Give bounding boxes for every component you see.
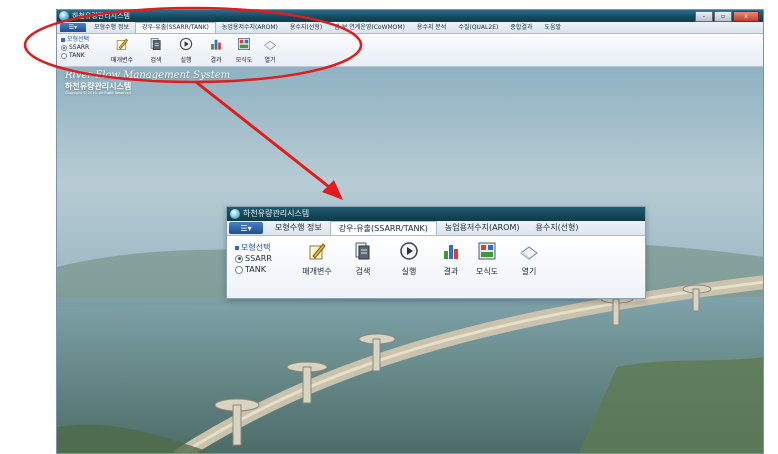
run-button[interactable]: 실행: [173, 37, 199, 64]
system-brand: River Flow Management System 하천유량관리시스템 C…: [65, 71, 230, 96]
close-button[interactable]: x: [733, 11, 759, 22]
zoom-radio-ssarr[interactable]: SSARR: [235, 253, 272, 264]
result-button[interactable]: 결과: [203, 37, 229, 64]
zoom-parameters-button[interactable]: 매개변수: [297, 241, 337, 277]
app-logo-icon: [59, 11, 69, 21]
maximize-button[interactable]: ▫: [714, 11, 732, 22]
zoom-tab-bar: ☰▾ 모형수행 정보 강우-유출(SSARR/TANK) 농업용저수지(AROM…: [227, 221, 645, 236]
brand-title-ko: 하천유량관리시스템: [65, 82, 132, 91]
radio-unselected-icon: [61, 52, 67, 59]
zoom-diagram-button[interactable]: 모식도: [467, 241, 507, 277]
title-bar: 하천유량관리시스템 - ▫ x: [57, 10, 763, 22]
window-controls: - ▫ x: [695, 11, 759, 22]
radio-selected-icon: [61, 44, 67, 51]
parameters-button[interactable]: 매개변수: [109, 37, 135, 64]
pencil-notepad-icon: [309, 243, 326, 260]
zoom-model-select-header: 모형선택: [241, 243, 271, 252]
tab-rainfall-runoff[interactable]: 강우-유출(SSARR/TANK): [135, 22, 216, 33]
menu-lines-icon: ☰▾: [68, 24, 78, 31]
zoom-run-button[interactable]: 실행: [389, 241, 429, 277]
zoom-radio-tank[interactable]: TANK: [235, 264, 272, 275]
pencil-notepad-icon: [116, 38, 129, 50]
copyright-text: Copyright © 2010. All Right Reserved: [65, 91, 132, 95]
play-icon: [400, 242, 418, 260]
diagram-icon: [238, 38, 250, 50]
tab-help[interactable]: 도움말: [538, 22, 567, 33]
tab-reservoir-analysis[interactable]: 용수지 분석: [411, 22, 453, 33]
tab-agri-reservoir[interactable]: 농업용저수지(AROM): [216, 22, 284, 33]
tab-reservoir-linear[interactable]: 용수지(선형): [284, 22, 328, 33]
open-book-icon: [520, 246, 538, 260]
zoomed-ribbon-window: 하천유량관리시스템 ☰▾ 모형수행 정보 강우-유출(SSARR/TANK) 농…: [226, 206, 646, 299]
zoom-ribbon-panel: 모형선택 SSARR TANK 매개변수 검색 실행 결과 모식도 열기: [227, 236, 645, 298]
play-icon: [179, 37, 193, 51]
zoom-model-select-group: 모형선택 SSARR TANK: [235, 242, 272, 275]
open-button[interactable]: 열기: [257, 37, 283, 64]
radio-tank[interactable]: TANK: [61, 52, 89, 60]
radio-ssarr[interactable]: SSARR: [61, 44, 89, 52]
model-select-group: 모형선택 SSARR TANK: [61, 36, 89, 60]
radio-unselected-icon: [235, 265, 243, 274]
app-menu-button[interactable]: ☰▾: [60, 23, 86, 32]
app-logo-icon: [230, 209, 240, 219]
window-title: 하천유량관리시스템: [72, 12, 130, 20]
open-book-icon: [263, 40, 277, 51]
zoom-open-button[interactable]: 열기: [509, 241, 549, 277]
radio-selected-icon: [235, 254, 243, 263]
zoom-tab-agri-reservoir[interactable]: 농업용저수지(AROM): [437, 221, 528, 235]
zoom-tab-rainfall-runoff[interactable]: 강우-유출(SSARR/TANK): [329, 221, 437, 235]
zoom-search-button[interactable]: 검색: [343, 241, 383, 277]
tab-model-info[interactable]: 모형수행 정보: [88, 22, 135, 33]
zoom-title-bar: 하천유량관리시스템: [227, 207, 645, 221]
search-document-icon: [150, 38, 161, 50]
zoom-tab-model-info[interactable]: 모형수행 정보: [267, 221, 330, 235]
zoom-app-menu-button[interactable]: ☰▾: [229, 222, 263, 234]
ribbon-panel: 모형선택 SSARR TANK 매개변수 검색 실행 결과 모식도 열기: [57, 34, 763, 67]
minimize-button[interactable]: -: [695, 11, 713, 22]
tab-water-quality[interactable]: 수질(QUAL2E): [452, 22, 504, 33]
result-chart-icon: [444, 245, 458, 259]
zoom-window-title: 하천유량관리시스템: [243, 209, 310, 218]
zoom-tab-reservoir-linear[interactable]: 용수지(선형): [527, 221, 586, 235]
search-button[interactable]: 검색: [143, 37, 169, 64]
zoom-result-button[interactable]: 결과: [431, 241, 471, 277]
group-bullet-icon: [61, 37, 65, 42]
tab-dam-weir[interactable]: 댐-보 연계운영(CoWMOM): [328, 22, 411, 33]
tab-summary[interactable]: 종합결과: [504, 22, 538, 33]
brand-title-en: River Flow Management System: [65, 70, 231, 81]
diagram-button[interactable]: 모식도: [231, 37, 257, 64]
diagram-icon: [478, 242, 496, 260]
result-chart-icon: [211, 39, 221, 50]
group-bullet-icon: [235, 245, 239, 250]
menu-lines-icon: ☰▾: [240, 223, 252, 233]
search-document-icon: [355, 242, 370, 260]
ribbon-tab-bar: ☰▾ 모형수행 정보 강우-유출(SSARR/TANK) 농업용저수지(AROM…: [57, 22, 763, 34]
model-select-header: 모형선택: [67, 36, 90, 43]
